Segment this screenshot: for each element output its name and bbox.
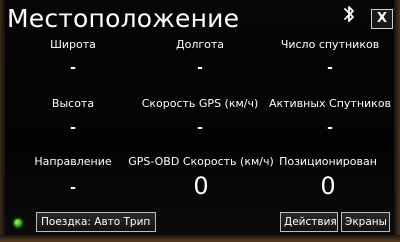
close-button[interactable]: X [371,9,393,29]
gps-obd-speed-label: GPS-OBD Скорость (км/ч) [128,155,274,168]
gps-obd-speed-value: 0 [193,172,209,200]
actions-button[interactable]: Действия [280,212,338,232]
altitude-value: - [70,120,76,136]
position-fixed-label: Позиционирован [279,155,377,168]
gps-speed-value: - [197,120,203,136]
satellite-count-value: - [327,60,333,76]
screen-bezel-left [0,0,5,242]
active-satellites-value: - [327,120,333,136]
gps-speed-label: Скорость GPS (км/ч) [141,97,259,110]
bluetooth-icon [344,6,354,22]
position-fixed-value: 0 [320,172,336,200]
longitude-value: - [197,60,203,76]
status-led-icon [14,219,22,227]
trip-button[interactable]: Поездка: Авто Трип [36,212,156,232]
screen-bezel-right [394,0,400,242]
heading-label: Направление [34,155,112,168]
screen-bezel-bottom [0,235,400,242]
satellite-count-label: Число спутников [280,38,380,51]
page-title: Местоположение [7,4,240,33]
location-screen: Местоположение X Широта - Долгота - Числ… [0,0,400,242]
heading-value: - [70,180,76,196]
latitude-value: - [70,60,76,76]
screens-button[interactable]: Экраны [341,212,390,232]
latitude-label: Широта [50,38,96,51]
longitude-label: Долгота [175,38,225,51]
altitude-label: Высота [51,97,95,110]
active-satellites-label: Активных Спутников [268,97,392,110]
